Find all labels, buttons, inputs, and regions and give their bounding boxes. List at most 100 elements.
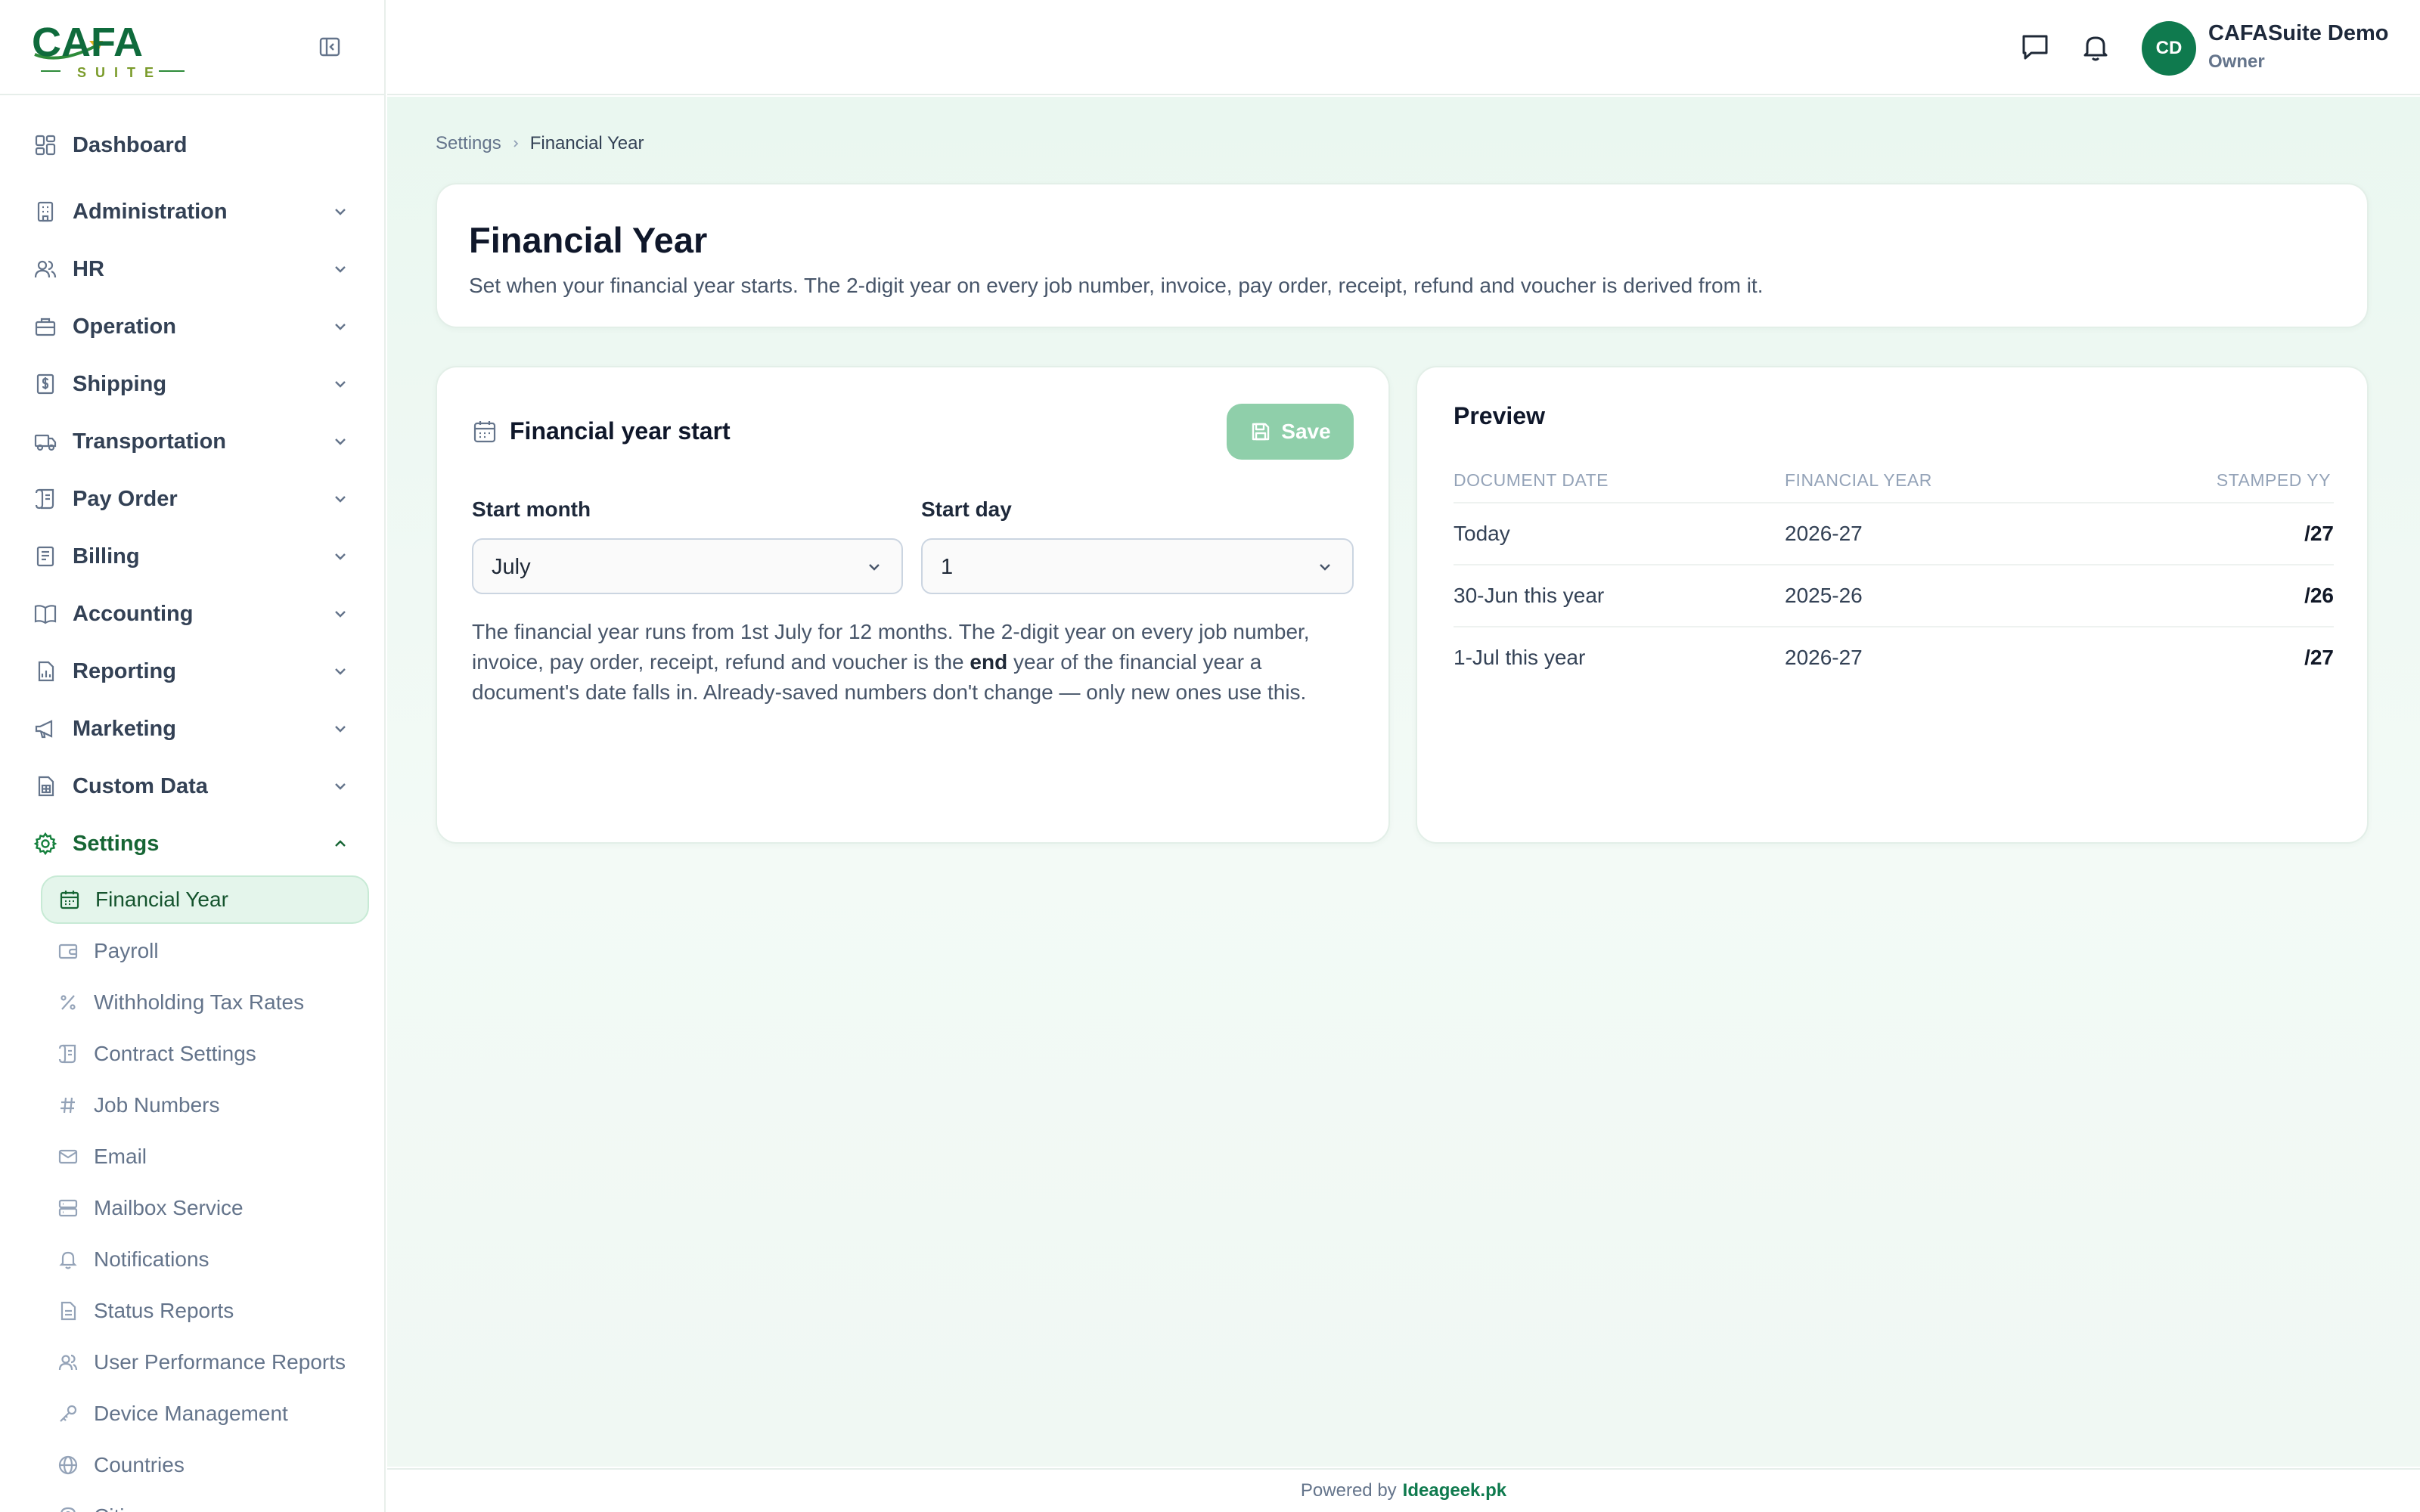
chevron-down-icon[interactable] xyxy=(330,546,351,567)
bell-icon xyxy=(59,1251,77,1269)
column-header-document-date: DOCUMENT DATE xyxy=(1454,470,1609,490)
preview-card: Preview DOCUMENT DATE FINANCIAL YEAR STA… xyxy=(1416,366,2369,844)
chevron-down-icon[interactable] xyxy=(330,431,351,452)
chevron-down-icon[interactable] xyxy=(330,259,351,280)
user-role: Owner xyxy=(2208,51,2265,72)
footer-link[interactable]: Ideageek.pk xyxy=(1403,1480,1506,1501)
receipt-icon xyxy=(35,488,54,510)
financial-year-help-text: The financial year runs from 1st July fo… xyxy=(472,620,1310,704)
sidebar-item-job-numbers[interactable]: Job Numbers xyxy=(41,1081,369,1129)
chevron-down-icon[interactable] xyxy=(330,776,351,797)
sidebar-item-label: Notifications xyxy=(94,1247,209,1271)
cell-stamped-yy: /26 xyxy=(2304,584,2334,607)
chevron-down-icon[interactable] xyxy=(330,488,351,510)
chevron-down-icon xyxy=(869,564,880,571)
key-icon xyxy=(60,1405,77,1422)
globe-icon xyxy=(58,1455,78,1475)
pin-icon xyxy=(60,1507,76,1512)
breadcrumb-settings[interactable]: Settings xyxy=(436,133,501,154)
chevron-down-icon[interactable] xyxy=(330,718,351,739)
breadcrumb: Settings Financial Year xyxy=(436,133,644,154)
sidebar-item-payroll[interactable]: Payroll xyxy=(41,927,369,975)
users-icon xyxy=(34,260,57,278)
sidebar-item-settings[interactable]: Settings xyxy=(0,821,384,866)
sidebar-item-label: Job Numbers xyxy=(94,1093,220,1117)
user-name[interactable]: CAFASuite Demo xyxy=(2208,21,2388,46)
top-header: CD CAFASuite Demo Owner xyxy=(387,0,2420,95)
sidebar-item-hr[interactable]: HR xyxy=(0,246,384,292)
building-icon xyxy=(37,201,54,222)
table-row: Today 2026-27 /27 xyxy=(1454,502,2334,564)
cell-financial-year: 2025-26 xyxy=(1785,584,1863,607)
chevron-down-icon[interactable] xyxy=(330,373,351,395)
sidebar-item-mailbox-service[interactable]: Mailbox Service xyxy=(41,1184,369,1232)
page-title: Financial Year xyxy=(469,220,708,260)
hash-icon xyxy=(60,1097,75,1114)
sidebar-item-withholding-tax-rates[interactable]: Withholding Tax Rates xyxy=(41,978,369,1027)
sidebar-item-contract-settings[interactable]: Contract Settings xyxy=(41,1030,369,1078)
sidebar-item-operation[interactable]: Operation xyxy=(0,304,384,349)
sidebar-item-status-reports[interactable]: Status Reports xyxy=(41,1287,369,1335)
sidebar-item-dashboard[interactable]: Dashboard xyxy=(0,122,384,168)
card-title: Financial year start xyxy=(510,417,731,445)
sidebar-item-shipping[interactable]: Shipping xyxy=(0,361,384,407)
sidebar-item-cities[interactable]: Cities xyxy=(41,1492,369,1512)
sidebar-item-label: Operation xyxy=(73,314,176,339)
start-day-select[interactable]: 1 xyxy=(921,538,1354,594)
save-button-label: Save xyxy=(1281,420,1331,443)
cafa-suite-logo[interactable]: CAFA SUITE xyxy=(30,18,197,80)
collapse-sidebar-icon[interactable] xyxy=(318,35,342,59)
invoice-icon xyxy=(36,546,54,567)
sidebar-item-reporting[interactable]: Reporting xyxy=(0,649,384,694)
chevron-down-icon[interactable] xyxy=(330,661,351,682)
save-button[interactable]: Save xyxy=(1227,404,1354,460)
sidebar-item-label: Mailbox Service xyxy=(94,1196,244,1219)
gear-icon xyxy=(33,832,57,856)
dollar-file-icon xyxy=(36,373,54,395)
sidebar-item-transportation[interactable]: Transportation xyxy=(0,419,384,464)
sidebar-item-label: Email xyxy=(94,1145,147,1168)
sidebar-item-financial-year[interactable]: Financial Year xyxy=(41,875,369,924)
sidebar-item-notifications[interactable]: Notifications xyxy=(41,1235,369,1284)
sidebar-item-email[interactable]: Email xyxy=(41,1132,369,1181)
table-row: 30-Jun this year 2025-26 /26 xyxy=(1454,564,2334,626)
cell-document-date: 1-Jul this year xyxy=(1454,646,1586,669)
book-icon xyxy=(34,605,57,624)
chevron-up-icon[interactable] xyxy=(330,833,351,854)
cell-document-date: 30-Jun this year xyxy=(1454,584,1605,607)
page-description: Set when your financial year starts. The… xyxy=(469,274,1764,297)
sidebar-item-label: Payroll xyxy=(94,939,159,962)
sidebar-item-billing[interactable]: Billing xyxy=(0,534,384,579)
scroll-icon xyxy=(58,1044,76,1064)
sidebar-item-user-performance-reports[interactable]: User Performance Reports xyxy=(41,1338,369,1387)
message-icon[interactable] xyxy=(2019,32,2051,64)
table-file-icon xyxy=(38,776,54,797)
sidebar-item-administration[interactable]: Administration xyxy=(0,189,384,234)
cell-financial-year: 2026-27 xyxy=(1785,522,1863,545)
main-content: Settings Financial Year Financial Year S… xyxy=(387,97,2420,1467)
calendar-icon xyxy=(473,421,496,443)
sidebar-item-label: Custom Data xyxy=(73,773,208,798)
sidebar-item-marketing[interactable]: Marketing xyxy=(0,706,384,751)
sidebar-item-device-management[interactable]: Device Management xyxy=(41,1390,369,1438)
sidebar-item-accounting[interactable]: Accounting xyxy=(0,591,384,637)
chevron-down-icon[interactable] xyxy=(330,316,351,337)
chevron-down-icon[interactable] xyxy=(330,201,351,222)
dashboard-icon xyxy=(35,135,56,156)
sidebar-item-label: User Performance Reports xyxy=(94,1350,346,1374)
avatar[interactable]: CD xyxy=(2142,21,2196,76)
start-month-select[interactable]: July xyxy=(472,538,903,594)
svg-text:SUITE: SUITE xyxy=(77,65,163,80)
sidebar-item-countries[interactable]: Countries xyxy=(41,1441,369,1489)
truck-icon xyxy=(34,434,57,451)
sidebar-item-pay-order[interactable]: Pay Order xyxy=(0,476,384,522)
megaphone-icon xyxy=(35,720,53,739)
sidebar-item-custom-data[interactable]: Custom Data xyxy=(0,764,384,809)
financial-year-start-card: Financial year start Save Start month Ju… xyxy=(436,366,1390,844)
percent-icon xyxy=(60,995,76,1010)
chevron-down-icon[interactable] xyxy=(330,603,351,624)
bell-icon[interactable] xyxy=(2080,32,2111,64)
sidebar-item-label: Administration xyxy=(73,199,228,224)
cell-document-date: Today xyxy=(1454,522,1510,545)
chevron-down-icon xyxy=(1320,564,1330,571)
